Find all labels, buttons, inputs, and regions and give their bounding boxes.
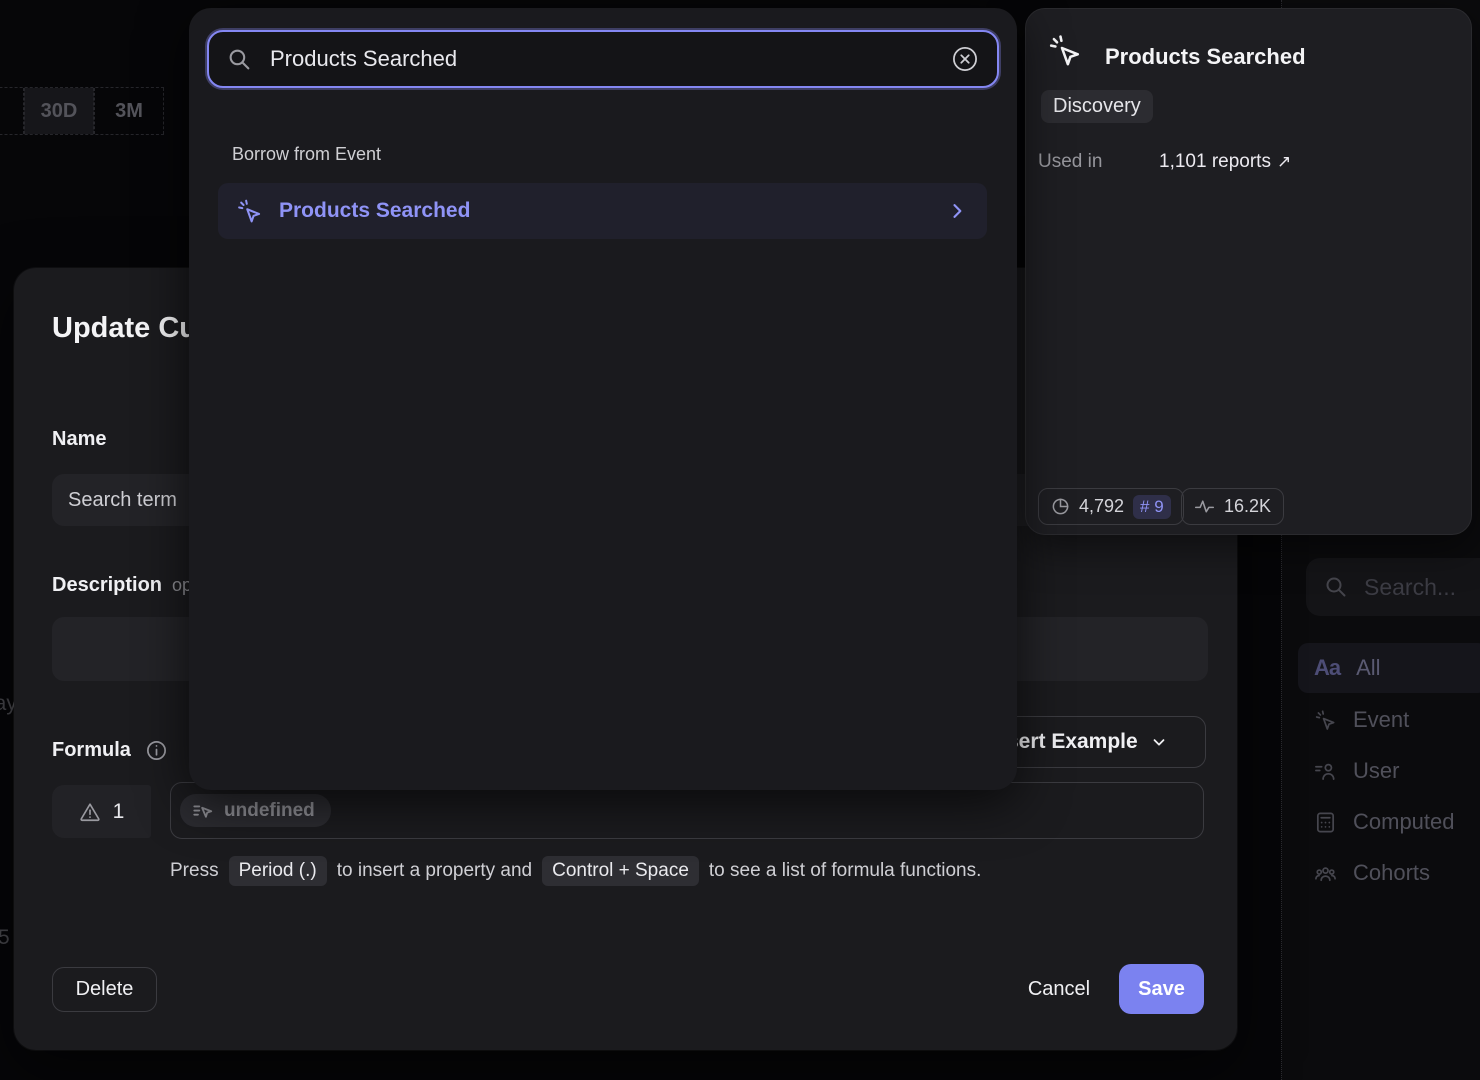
save-button[interactable]: Save xyxy=(1119,964,1204,1014)
token-label: undefined xyxy=(224,800,315,822)
queries-stat-pill: 4,792 # 9 xyxy=(1038,488,1184,525)
app-root: D 30D 3M lay 5 Aa All Event xyxy=(0,0,1480,1080)
event-detail-card: Products Searched Discovery Used in 1,10… xyxy=(1025,8,1472,535)
queries-count: 4,792 xyxy=(1079,496,1124,517)
event-search-modal: Borrow from Event Products Searched xyxy=(189,8,1017,790)
borrow-from-event-label: Borrow from Event xyxy=(232,144,381,165)
background-axis-fragment: 5 xyxy=(0,926,10,950)
sidebar-item-label: Cohorts xyxy=(1353,860,1430,886)
sidebar-item-label: Computed xyxy=(1353,809,1455,835)
sidebar-item-computed[interactable]: Computed xyxy=(1298,797,1480,847)
warning-icon xyxy=(79,801,101,823)
volume-count: 16.2K xyxy=(1224,496,1271,517)
hint-text: to see a list of formula functions. xyxy=(709,860,981,882)
event-icon xyxy=(1047,33,1083,69)
reports-count: 1,101 reports xyxy=(1159,151,1271,173)
event-result-row[interactable]: Products Searched xyxy=(218,183,987,239)
used-in-reports-link[interactable]: 1,101 reports ↗ xyxy=(1159,151,1291,173)
formula-warning-badge[interactable]: 1 xyxy=(52,785,151,838)
warning-count: 1 xyxy=(113,800,125,824)
hint-text: Press xyxy=(170,860,219,882)
chevron-right-icon xyxy=(947,201,967,221)
sidebar-item-user[interactable]: User xyxy=(1298,746,1480,796)
time-range-7d[interactable]: D xyxy=(0,88,24,134)
event-search-input[interactable] xyxy=(268,45,935,73)
category-badge: Discovery xyxy=(1041,90,1153,123)
kbd-period: Period (.) xyxy=(229,856,327,886)
cancel-button[interactable]: Cancel xyxy=(1009,967,1109,1012)
undefined-token[interactable]: undefined xyxy=(180,794,331,827)
info-icon[interactable] xyxy=(145,739,168,762)
time-range-30d[interactable]: 30D xyxy=(24,88,94,134)
kbd-control-space: Control + Space xyxy=(542,856,699,886)
formula-hint: Press Period (.) to insert a property an… xyxy=(170,856,981,886)
search-icon xyxy=(227,47,252,72)
sidebar-search-field[interactable] xyxy=(1306,558,1480,616)
event-result-label: Products Searched xyxy=(279,199,931,223)
description-label: Description xyxy=(52,574,162,597)
sidebar-item-cohorts[interactable]: Cohorts xyxy=(1298,848,1480,898)
hint-text: to insert a property and xyxy=(337,860,532,882)
user-icon xyxy=(1314,760,1337,783)
calculator-icon xyxy=(1314,811,1337,834)
event-card-title: Products Searched xyxy=(1105,44,1306,70)
delete-button[interactable]: Delete xyxy=(52,967,157,1012)
time-range-selector: D 30D 3M xyxy=(0,87,164,135)
volume-stat-pill: 16.2K xyxy=(1181,488,1284,525)
clear-search-icon[interactable] xyxy=(951,45,979,73)
cohorts-icon xyxy=(1314,862,1337,885)
sidebar-item-label: Event xyxy=(1353,707,1409,733)
modal-title: Update Cu xyxy=(52,312,197,345)
name-label: Name xyxy=(52,428,106,451)
pie-chart-icon xyxy=(1051,497,1070,516)
sidebar-item-label: User xyxy=(1353,758,1399,784)
used-in-label: Used in xyxy=(1038,151,1159,173)
search-icon xyxy=(1324,575,1348,599)
event-icon xyxy=(236,198,263,225)
external-link-icon: ↗ xyxy=(1277,152,1291,172)
formula-label: Formula xyxy=(52,739,131,762)
activity-icon xyxy=(1194,496,1215,517)
event-icon xyxy=(1314,709,1337,732)
custom-event-icon xyxy=(192,800,214,822)
time-range-3m[interactable]: 3M xyxy=(94,88,164,134)
sidebar-search-input[interactable] xyxy=(1362,573,1480,602)
sidebar-item-all[interactable]: Aa All xyxy=(1298,643,1480,693)
sidebar-item-event[interactable]: Event xyxy=(1298,695,1480,745)
sidebar-item-label: All xyxy=(1356,655,1380,681)
formula-input[interactable]: undefined xyxy=(170,782,1204,839)
text-format-icon: Aa xyxy=(1314,655,1340,681)
chevron-down-icon xyxy=(1150,733,1168,751)
rank-badge: # 9 xyxy=(1133,495,1171,519)
event-search-field[interactable] xyxy=(207,30,999,88)
